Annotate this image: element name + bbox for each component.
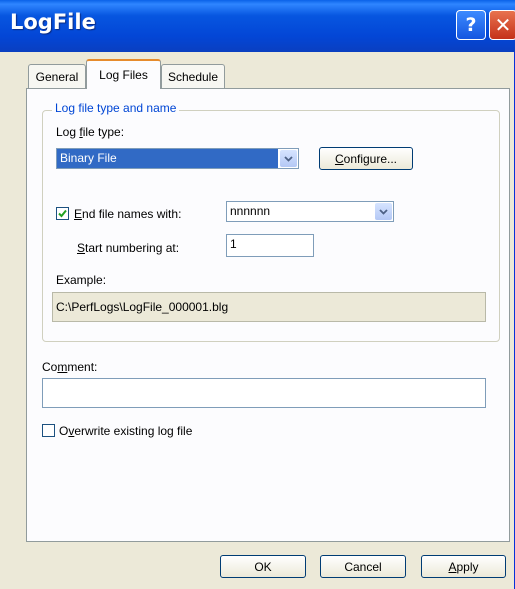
chevron-down-icon[interactable] <box>280 150 297 167</box>
comment-label: Comment: <box>42 360 98 374</box>
example-field: C:\PerfLogs\LogFile_000001.blg <box>52 292 486 322</box>
group-legend: Log file type and name <box>52 101 180 115</box>
start-numbering-label: Start numbering at: <box>77 241 180 255</box>
tab-schedule[interactable]: Schedule <box>161 64 225 88</box>
log-file-type-select[interactable]: Binary File <box>56 148 299 169</box>
close-icon: ✕ <box>494 13 512 37</box>
dialog-window: LogFile ? ✕ General Log Files Schedule L… <box>0 0 515 589</box>
start-numbering-input[interactable]: 1 <box>226 234 314 257</box>
tab-log-files[interactable]: Log Files <box>86 59 161 89</box>
comment-input[interactable] <box>42 378 486 408</box>
end-file-names-checkbox[interactable] <box>56 207 69 220</box>
close-button[interactable]: ✕ <box>489 10 515 40</box>
help-icon: ? <box>465 14 477 36</box>
overwrite-checkbox[interactable] <box>42 424 55 437</box>
overwrite-label: Overwrite existing log file <box>59 424 193 438</box>
help-button[interactable]: ? <box>456 10 486 40</box>
check-icon <box>58 209 67 218</box>
end-file-names-label: End file names with: <box>74 207 182 221</box>
log-file-type-value: Binary File <box>57 149 278 168</box>
tab-general-label: General <box>35 69 79 84</box>
chevron-down-icon[interactable] <box>375 203 392 220</box>
configure-button[interactable]: Configure... <box>319 147 413 170</box>
log-file-type-label: Log file type: <box>56 125 125 139</box>
example-label: Example: <box>56 273 107 287</box>
title-bar[interactable]: LogFile ? ✕ <box>0 0 515 52</box>
ok-button[interactable]: OK <box>220 555 306 578</box>
tab-log-files-label: Log Files <box>99 68 148 82</box>
end-file-names-select[interactable]: nnnnnn <box>226 201 394 222</box>
end-file-names-value: nnnnnn <box>230 204 271 218</box>
tab-schedule-label: Schedule <box>167 69 219 84</box>
tab-general[interactable]: General <box>28 64 86 88</box>
window-title: LogFile <box>10 10 96 34</box>
cancel-button[interactable]: Cancel <box>320 555 406 578</box>
apply-button[interactable]: Apply <box>421 555 506 578</box>
